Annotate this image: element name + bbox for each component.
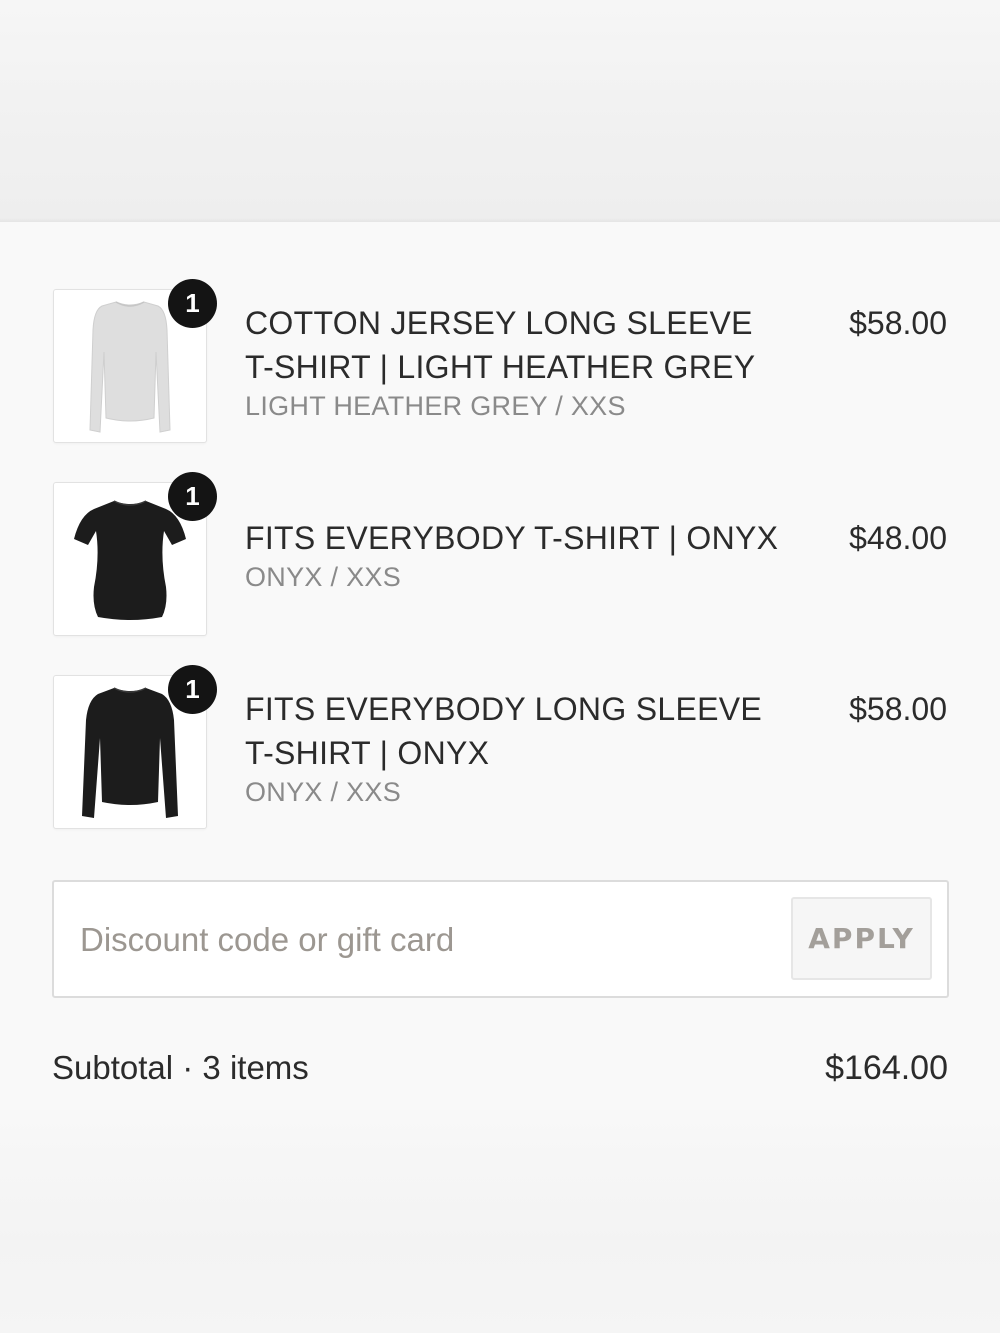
- blurred-footer-backdrop: [0, 1110, 1000, 1333]
- product-price: $48.00: [849, 520, 947, 556]
- subtotal-row: Subtotal · 3 items $164.00: [52, 1046, 948, 1090]
- discount-field: APPLY: [52, 880, 949, 998]
- quantity-badge: 1: [168, 279, 217, 328]
- product-price: $58.00: [849, 691, 947, 727]
- quantity-badge: 1: [168, 665, 217, 714]
- product-name: COTTON JERSEY LONG SLEEVE T-SHIRT | LIGH…: [245, 301, 805, 389]
- product-variant: LIGHT HEATHER GREY / XXS: [245, 391, 626, 421]
- product-variant: ONYX / XXS: [245, 777, 402, 807]
- apply-button[interactable]: APPLY: [791, 897, 932, 980]
- product-variant: ONYX / XXS: [245, 562, 402, 592]
- product-name: FITS EVERYBODY LONG SLEEVE T-SHIRT | ONY…: [245, 687, 805, 775]
- discount-code-input[interactable]: [76, 900, 784, 980]
- subtotal-value: $164.00: [825, 1049, 948, 1087]
- product-name-line: T-SHIRT | LIGHT HEATHER GREY: [245, 349, 756, 385]
- product-name-line: FITS EVERYBODY LONG SLEEVE: [245, 691, 763, 727]
- blurred-header-backdrop: [0, 0, 1000, 222]
- product-name-line: T-SHIRT | ONYX: [245, 735, 490, 771]
- product-name: FITS EVERYBODY T-SHIRT | ONYX: [245, 516, 805, 560]
- product-name-line: COTTON JERSEY LONG SLEEVE: [245, 305, 753, 341]
- product-price: $58.00: [849, 305, 947, 341]
- quantity-badge: 1: [168, 472, 217, 521]
- subtotal-label: Subtotal · 3 items: [52, 1049, 309, 1086]
- product-name-line: FITS EVERYBODY T-SHIRT | ONYX: [245, 520, 779, 556]
